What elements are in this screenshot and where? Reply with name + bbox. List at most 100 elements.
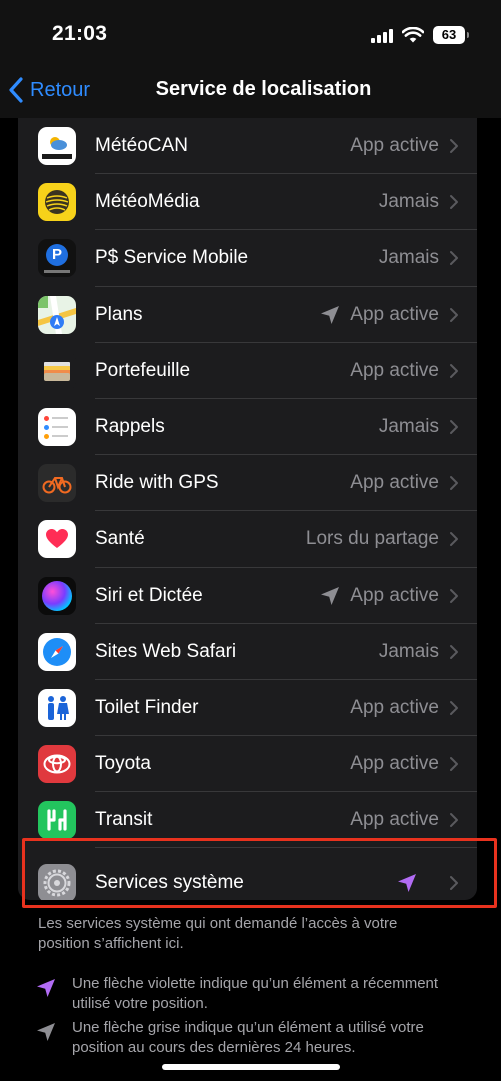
location-status: Jamais: [378, 640, 439, 662]
chevron-right-icon: [450, 363, 458, 378]
gray-arrow-note: Une flèche grise indique qu’un élément a…: [72, 1019, 424, 1056]
list-item[interactable]: MétéoCAN App active: [18, 118, 477, 175]
chevron-right-icon: [450, 251, 458, 266]
app-name: P$ Service Mobile: [95, 247, 249, 269]
row-accessory: Jamais: [379, 191, 459, 213]
row-accessory: App active: [350, 753, 459, 775]
location-status: App active: [350, 303, 439, 325]
list-item[interactable]: P P$ Service Mobile Jamais: [18, 230, 477, 287]
ride-with-gps-icon: [38, 464, 76, 503]
app-name: Toyota: [95, 753, 151, 775]
chevron-right-icon: [450, 195, 458, 210]
wallet-icon: [38, 351, 76, 390]
row-accessory: Jamais: [379, 416, 459, 438]
chevron-right-icon: [450, 813, 458, 828]
chevron-right-icon: [450, 757, 458, 772]
row-accessory: Jamais: [379, 247, 459, 269]
home-indicator[interactable]: [162, 1064, 340, 1070]
row-accessory: App active: [350, 697, 459, 719]
meteomedia-icon: [38, 183, 76, 222]
wifi-icon: [402, 27, 424, 43]
location-status: Lors du partage: [305, 528, 439, 550]
app-name: MétéoCAN: [95, 135, 188, 157]
chevron-right-icon: [450, 700, 458, 715]
status-time: 21:03: [52, 22, 108, 45]
location-status: App active: [350, 809, 439, 831]
status-icons: 63: [371, 24, 469, 46]
transit-icon: [38, 801, 76, 840]
health-icon: [38, 520, 76, 559]
maps-icon: [38, 295, 76, 334]
app-name: Services système: [95, 872, 244, 894]
location-status: App active: [350, 753, 439, 775]
list-item[interactable]: MétéoMédia Jamais: [18, 174, 477, 231]
list-item[interactable]: Ride with GPS App active: [18, 455, 477, 512]
app-name: MétéoMédia: [95, 191, 200, 213]
location-status: App active: [350, 584, 439, 606]
row-accessory: Lors du partage: [306, 528, 459, 550]
list-item[interactable]: Sites Web Safari Jamais: [18, 624, 477, 680]
system-services-note: Les services système qui ont demandé l’a…: [38, 915, 398, 952]
app-name: Ride with GPS: [95, 472, 219, 494]
location-arrow-gray-icon: [321, 305, 340, 324]
row-accessory: App active: [350, 135, 459, 157]
list-item[interactable]: Toilet Finder App active: [18, 680, 477, 737]
chevron-right-icon: [450, 420, 458, 435]
app-name: Sites Web Safari: [95, 640, 237, 662]
chevron-right-icon: [450, 644, 458, 659]
row-accessory: App active: [350, 360, 459, 382]
row-accessory: App active: [350, 809, 459, 831]
list-item[interactable]: Plans App active: [18, 287, 477, 343]
siri-icon: [38, 576, 76, 615]
app-name: Santé: [95, 528, 145, 550]
list-item[interactable]: Toyota App active: [18, 736, 477, 793]
row-accessory: [397, 873, 459, 893]
location-status: App active: [350, 135, 439, 157]
navigation-bar: Retour Service de localisation: [0, 62, 501, 118]
gear-icon: [38, 864, 76, 900]
app-list: MétéoCAN App active MétéoMédia Jamais P P$ Se…: [18, 118, 477, 900]
list-item[interactable]: Transit App active: [18, 792, 477, 849]
row-accessory: Jamais: [379, 641, 459, 663]
list-item[interactable]: Santé Lors du partage: [18, 511, 477, 568]
row-accessory: App active: [320, 304, 459, 326]
location-status: Jamais: [378, 416, 439, 438]
legend-gray: Une flèche grise indique qu’un élément a…: [36, 1018, 456, 1058]
app-name: Plans: [95, 303, 143, 325]
row-accessory: App active: [350, 472, 459, 494]
location-arrow-gray-icon: [321, 586, 340, 605]
row-accessory: App active: [320, 585, 459, 607]
app-name: Portefeuille: [95, 359, 191, 381]
location-status: Jamais: [378, 191, 439, 213]
purple-arrow-note: Une flèche violette indique qu’un élémen…: [72, 975, 439, 1012]
safari-icon: [38, 632, 76, 671]
list-item[interactable]: Portefeuille App active: [18, 343, 477, 399]
list-item[interactable]: Siri et Dictée App active: [18, 568, 477, 624]
p-service-mobile-icon: P: [38, 239, 76, 278]
app-name: Transit: [95, 809, 153, 831]
location-status: App active: [350, 472, 439, 494]
location-status: App active: [350, 696, 439, 718]
chevron-right-icon: [450, 876, 458, 891]
toilet-finder-icon: [38, 688, 76, 727]
legend-purple: Une flèche violette indique qu’un élémen…: [36, 974, 456, 1014]
location-arrow-purple-icon: [37, 979, 55, 997]
chevron-right-icon: [450, 476, 458, 491]
battery-indicator: 63: [433, 26, 469, 44]
app-name: Siri et Dictée: [95, 584, 203, 606]
location-arrow-purple-icon: [398, 874, 416, 893]
chevron-right-icon: [450, 139, 458, 154]
page-title: Service de localisation: [155, 78, 372, 100]
toyota-icon: [38, 745, 76, 784]
reminders-icon: [38, 408, 76, 447]
list-item[interactable]: Rappels Jamais: [18, 399, 477, 456]
cellular-signal-icon: [371, 27, 393, 43]
list-item[interactable]: Services système: [18, 848, 477, 900]
meteocan-icon: [38, 127, 76, 166]
status-bar: 21:03 63: [0, 0, 501, 62]
app-name: Rappels: [95, 416, 165, 438]
chevron-right-icon: [450, 588, 458, 603]
chevron-right-icon: [450, 307, 458, 322]
app-name: Toilet Finder: [95, 696, 199, 718]
chevron-right-icon: [450, 532, 458, 547]
